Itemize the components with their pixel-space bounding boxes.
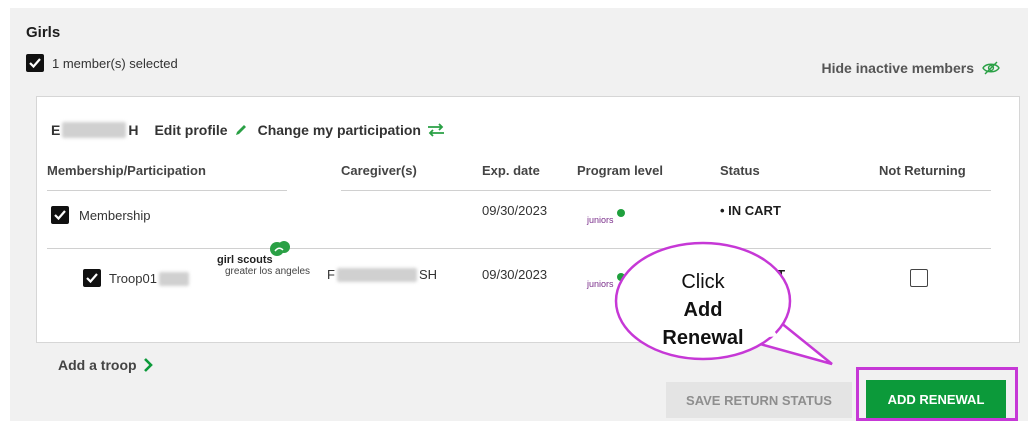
row-troop-caregiver: F SH <box>327 267 437 282</box>
header-program-level: Program level <box>577 163 663 178</box>
selected-count: 1 member(s) selected <box>52 56 178 71</box>
header-status: Status <box>720 163 760 178</box>
divider <box>47 248 991 249</box>
divider <box>341 190 991 191</box>
member-header: E H Edit profile Change my participation <box>51 122 445 138</box>
member-name-start: E <box>51 122 61 138</box>
program-level-text: juniors <box>587 215 614 225</box>
header-caregiver: Caregiver(s) <box>341 163 417 178</box>
not-returning-checkbox[interactable] <box>910 269 928 287</box>
save-return-status-button[interactable]: SAVE RETURN STATUS <box>666 382 852 418</box>
header-exp-date: Exp. date <box>482 163 540 178</box>
add-troop-link[interactable]: Add a troop <box>58 357 153 373</box>
logo-line2: greater los angeles <box>225 266 311 277</box>
edit-profile-label: Edit profile <box>154 122 228 138</box>
add-troop-label: Add a troop <box>58 357 137 373</box>
row-troop-name: Troop01 <box>109 271 189 286</box>
section-title: Girls <box>26 24 61 41</box>
divider <box>47 190 287 191</box>
troop-name-text: Troop01 <box>109 271 157 286</box>
caregiver-start: F <box>327 267 335 282</box>
row-membership-exp-date: 09/30/2023 <box>482 203 548 218</box>
juniors-level-logo: juniors <box>587 209 625 225</box>
member-card: E H Edit profile Change my participation… <box>36 96 1020 343</box>
edit-profile-link[interactable]: Edit profile <box>154 122 247 138</box>
select-all-checkbox[interactable] <box>26 54 44 72</box>
caregiver-end: SH <box>418 267 438 282</box>
row-troop-exp-date: 09/30/2023 <box>482 267 548 282</box>
hide-inactive-toggle[interactable]: Hide inactive members <box>821 60 1000 76</box>
redacted-caregiver <box>336 267 417 282</box>
troop-checkbox[interactable] <box>83 269 101 287</box>
change-participation-label: Change my participation <box>257 122 421 138</box>
row-membership-status: • IN CART <box>720 203 781 218</box>
callout-text: Click Add Renewal <box>618 268 788 352</box>
checkmark-icon <box>29 58 41 69</box>
callout-line3: Renewal <box>662 327 744 349</box>
callout-line1: Click <box>681 271 725 293</box>
membership-checkbox[interactable] <box>51 206 69 224</box>
member-name-end: H <box>128 122 139 138</box>
redacted-name <box>62 122 127 138</box>
girls-panel: Girls 1 member(s) selected Hide inactive… <box>10 8 1028 421</box>
header-not-returning: Not Returning <box>879 163 966 178</box>
header-membership: Membership/Participation <box>47 163 206 178</box>
girl-scouts-council-logo: girl scouts greater los angeles <box>217 241 311 277</box>
checkmark-icon <box>86 273 98 284</box>
add-renewal-button[interactable]: ADD RENEWAL <box>866 380 1006 418</box>
chevron-right-icon <box>143 358 153 372</box>
row-membership-name: Membership <box>79 208 151 223</box>
hide-inactive-label: Hide inactive members <box>821 60 974 76</box>
swap-arrows-icon <box>427 123 444 137</box>
redacted-troop-number <box>158 271 189 286</box>
callout-line2: Add <box>683 299 723 321</box>
change-participation-link[interactable]: Change my participation <box>258 122 445 138</box>
trefoil-icon <box>617 209 625 217</box>
logo-line1: girl scouts <box>217 254 273 266</box>
checkmark-icon <box>54 210 66 221</box>
pencil-icon <box>235 125 246 135</box>
eye-slash-icon <box>982 61 1000 75</box>
trefoil-icon <box>270 241 290 256</box>
